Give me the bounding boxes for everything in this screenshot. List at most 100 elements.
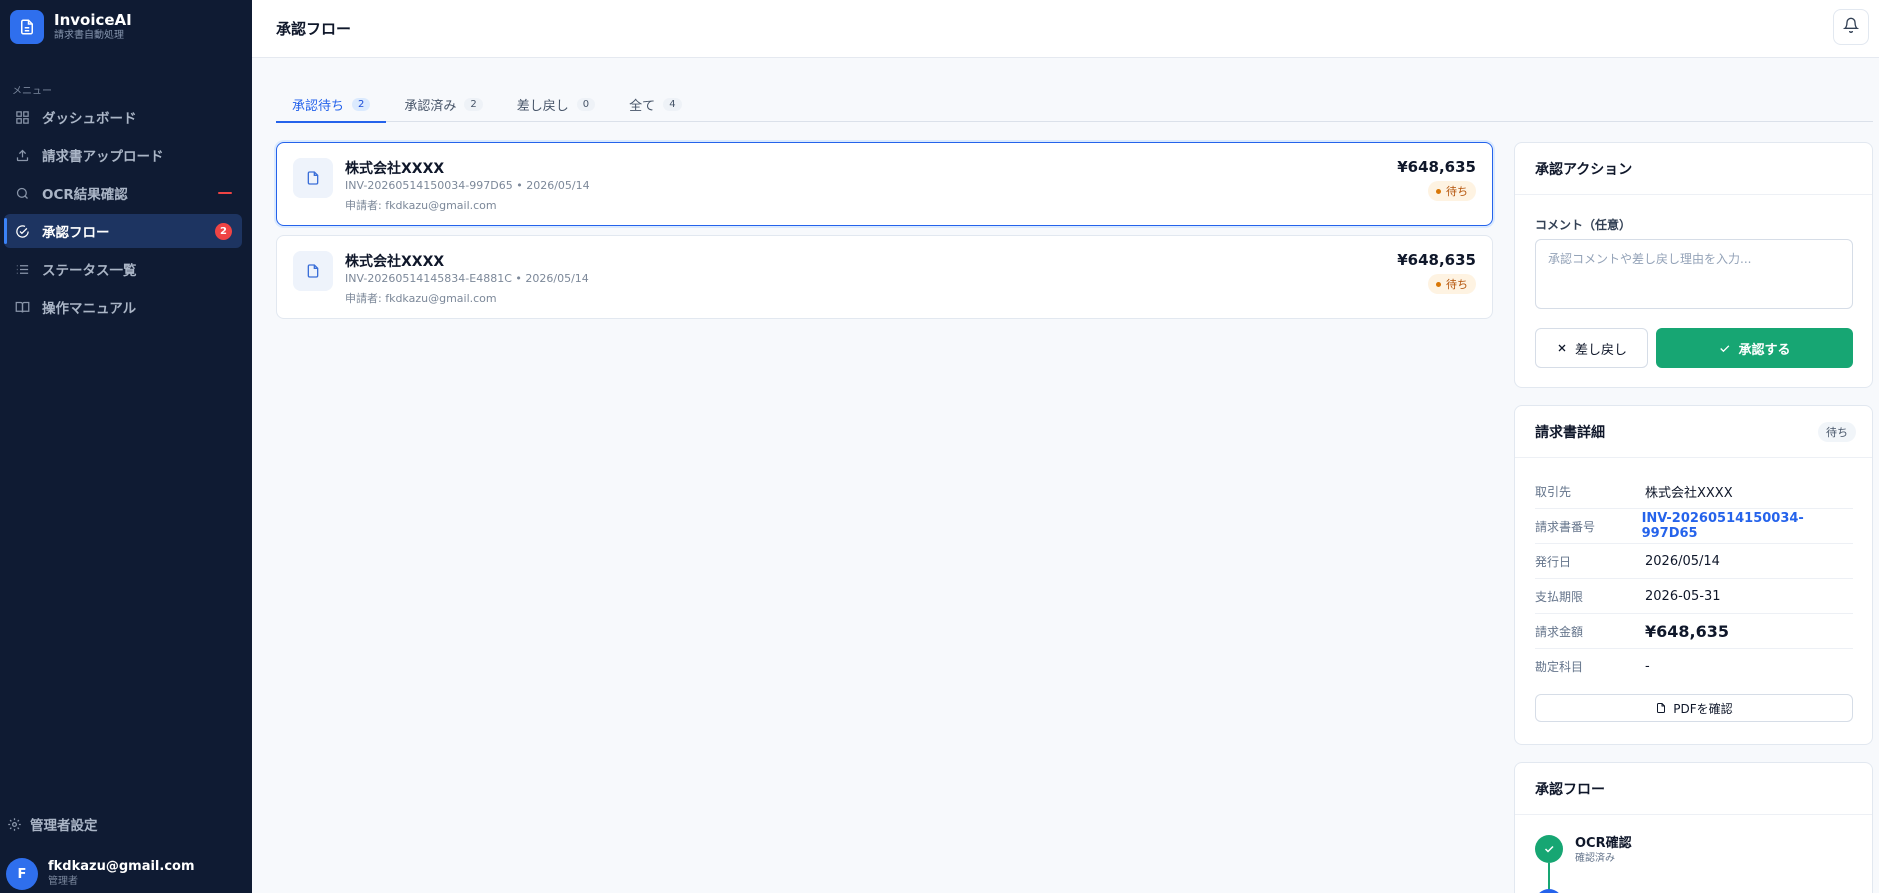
invoice-amount: ¥648,635 [1397, 158, 1476, 176]
admin-settings-label: 管理者設定 [30, 818, 98, 834]
menu-label: メニュー [12, 86, 52, 97]
check-icon [1718, 342, 1731, 355]
status-badge: 待ち [1428, 274, 1476, 294]
status-badge: 待ち [1428, 181, 1476, 201]
view-pdf-button[interactable]: PDFを確認 [1535, 694, 1853, 722]
tab-all[interactable]: 全て 4 [613, 86, 697, 122]
invoice-meta: INV-20260514145834-E4881C • 2026/05/14 [345, 272, 589, 285]
detail-row-due-date: 支払期限 2026-05-31 [1535, 579, 1853, 614]
gear-icon [4, 814, 24, 834]
brand-name: InvoiceAI [54, 11, 132, 29]
document-icon [10, 10, 44, 44]
grid-icon [12, 107, 32, 127]
flow-next-step-marker [1535, 889, 1563, 893]
invoice-vendor: 株式会社XXXX [345, 161, 445, 177]
tab-label: 全て [629, 98, 656, 114]
invoice-number-link[interactable]: INV-20260514150034-997D65 [1642, 511, 1853, 541]
detail-value: 2026-05-31 [1645, 588, 1721, 604]
admin-settings-link[interactable]: 管理者設定 [4, 814, 98, 834]
panel-title: 承認アクション [1515, 143, 1872, 195]
invoice-applicant: 申請者: fkdkazu@gmail.com [345, 292, 497, 305]
sidebar-item-label: ダッシュボード [42, 111, 137, 127]
invoice-vendor: 株式会社XXXX [345, 254, 445, 270]
file-icon [293, 158, 333, 198]
tab-pending[interactable]: 承認待ち 2 [276, 86, 387, 123]
approve-button[interactable]: 承認する [1656, 328, 1853, 368]
sidebar-item-approval-flow[interactable]: 承認フロー 2 [4, 214, 242, 248]
sidebar-item-status-list[interactable]: ステータス一覧 [4, 252, 242, 286]
approval-action-panel: 承認アクション コメント（任意） 差し戻し 承認する [1514, 142, 1873, 388]
tab-rejected[interactable]: 差し戻し 0 [501, 86, 611, 122]
sidebar-item-ocr-review[interactable]: OCR結果確認 [4, 176, 242, 210]
tab-count: 0 [576, 97, 596, 111]
reject-button-label: 差し戻し [1574, 342, 1627, 358]
detail-row-amount: 請求金額 ¥648,635 [1535, 614, 1853, 649]
tab-count: 2 [352, 97, 371, 111]
comment-input[interactable] [1535, 239, 1853, 309]
brand[interactable]: InvoiceAI 請求書自動処理 [10, 10, 132, 44]
list-icon [12, 259, 32, 279]
sidebar-item-manual[interactable]: 操作マニュアル [4, 290, 242, 324]
detail-key: 勘定科目 [1535, 660, 1584, 674]
approval-flow-panel: 承認フロー OCR確認 確認済み [1514, 762, 1873, 893]
sidebar-item-upload[interactable]: 請求書アップロード [4, 138, 242, 172]
comment-label: コメント（任意） [1535, 218, 1632, 232]
alert-indicator [218, 192, 232, 194]
detail-key: 支払期限 [1535, 589, 1584, 604]
invoice-applicant: 申請者: fkdkazu@gmail.com [345, 199, 497, 212]
book-icon [12, 297, 32, 317]
tab-label: 承認済み [404, 98, 457, 114]
notification-badge: 2 [215, 223, 232, 240]
tab-label: 承認待ち [292, 98, 345, 114]
sidebar-item-dashboard[interactable]: ダッシュボード [4, 100, 242, 134]
check-circle-icon [12, 221, 32, 241]
tab-count: 2 [464, 97, 483, 111]
page-title: 承認フロー [276, 20, 352, 38]
detail-key: 発行日 [1535, 554, 1572, 569]
sidebar-item-label: 承認フロー [42, 225, 110, 241]
panel-title: 承認フロー [1515, 763, 1872, 815]
approve-button-label: 承認する [1738, 342, 1791, 358]
sidebar-item-label: 請求書アップロード [42, 149, 164, 165]
detail-value: ¥648,635 [1645, 621, 1730, 641]
invoice-card[interactable]: 株式会社XXXX INV-20260514150034-997D65 • 202… [276, 142, 1493, 226]
invoice-detail-panel: 請求書詳細 待ち 取引先 株式会社XXXX 請求書番号 INV-20260514… [1514, 405, 1873, 745]
tab-count: 4 [663, 97, 682, 111]
flow-step-status: 確認済み [1575, 853, 1615, 864]
sidebar-item-label: OCR結果確認 [42, 187, 128, 203]
flow-step: OCR確認 確認済み [1535, 835, 1632, 893]
upload-icon [12, 145, 32, 165]
file-icon [293, 251, 333, 291]
invoice-list: 株式会社XXXX INV-20260514150034-997D65 • 202… [276, 142, 1493, 328]
detail-list: 取引先 株式会社XXXX 請求書番号 INV-20260514150034-99… [1535, 474, 1853, 684]
invoice-meta: INV-20260514150034-997D65 • 2026/05/14 [345, 179, 590, 192]
detail-key: 取引先 [1535, 484, 1572, 499]
detail-key: 請求金額 [1535, 624, 1584, 639]
sidebar: InvoiceAI 請求書自動処理 メニュー ダッシュボード 請求書アップロード… [0, 0, 252, 893]
tab-approved[interactable]: 承認済み 2 [388, 86, 498, 122]
tab-label: 差し戻し [516, 98, 569, 114]
panel-title: 請求書詳細 [1535, 424, 1605, 441]
invoice-card[interactable]: 株式会社XXXX INV-20260514145834-E4881C • 202… [276, 235, 1493, 319]
detail-key: 請求書番号 [1535, 519, 1596, 534]
brand-subtitle: 請求書自動処理 [54, 30, 124, 41]
detail-row-vendor: 取引先 株式会社XXXX [1535, 474, 1853, 509]
search-icon [12, 183, 32, 203]
view-pdf-label: PDFを確認 [1673, 701, 1733, 716]
check-icon [1535, 835, 1563, 863]
sidebar-nav: ダッシュボード 請求書アップロード OCR結果確認 承認フロー 2 ステータス一… [4, 100, 242, 328]
notifications-button[interactable] [1833, 9, 1869, 45]
top-header: 承認フロー [252, 0, 1879, 58]
sidebar-item-label: 操作マニュアル [42, 301, 137, 317]
reject-button[interactable]: 差し戻し [1535, 328, 1648, 368]
status-badge: 待ち [1818, 422, 1856, 442]
status-tabs: 承認待ち 2 承認済み 2 差し戻し 0 全て 4 [276, 86, 1873, 123]
detail-value: 2026/05/14 [1645, 553, 1720, 569]
bell-icon [1842, 17, 1860, 37]
user-email: fkdkazu@gmail.com [48, 859, 195, 874]
user-profile[interactable]: F fkdkazu@gmail.com 管理者 [6, 858, 195, 890]
close-icon [1556, 342, 1568, 354]
detail-value: - [1645, 659, 1650, 674]
file-icon [1655, 702, 1667, 714]
status-dot [1436, 281, 1441, 287]
